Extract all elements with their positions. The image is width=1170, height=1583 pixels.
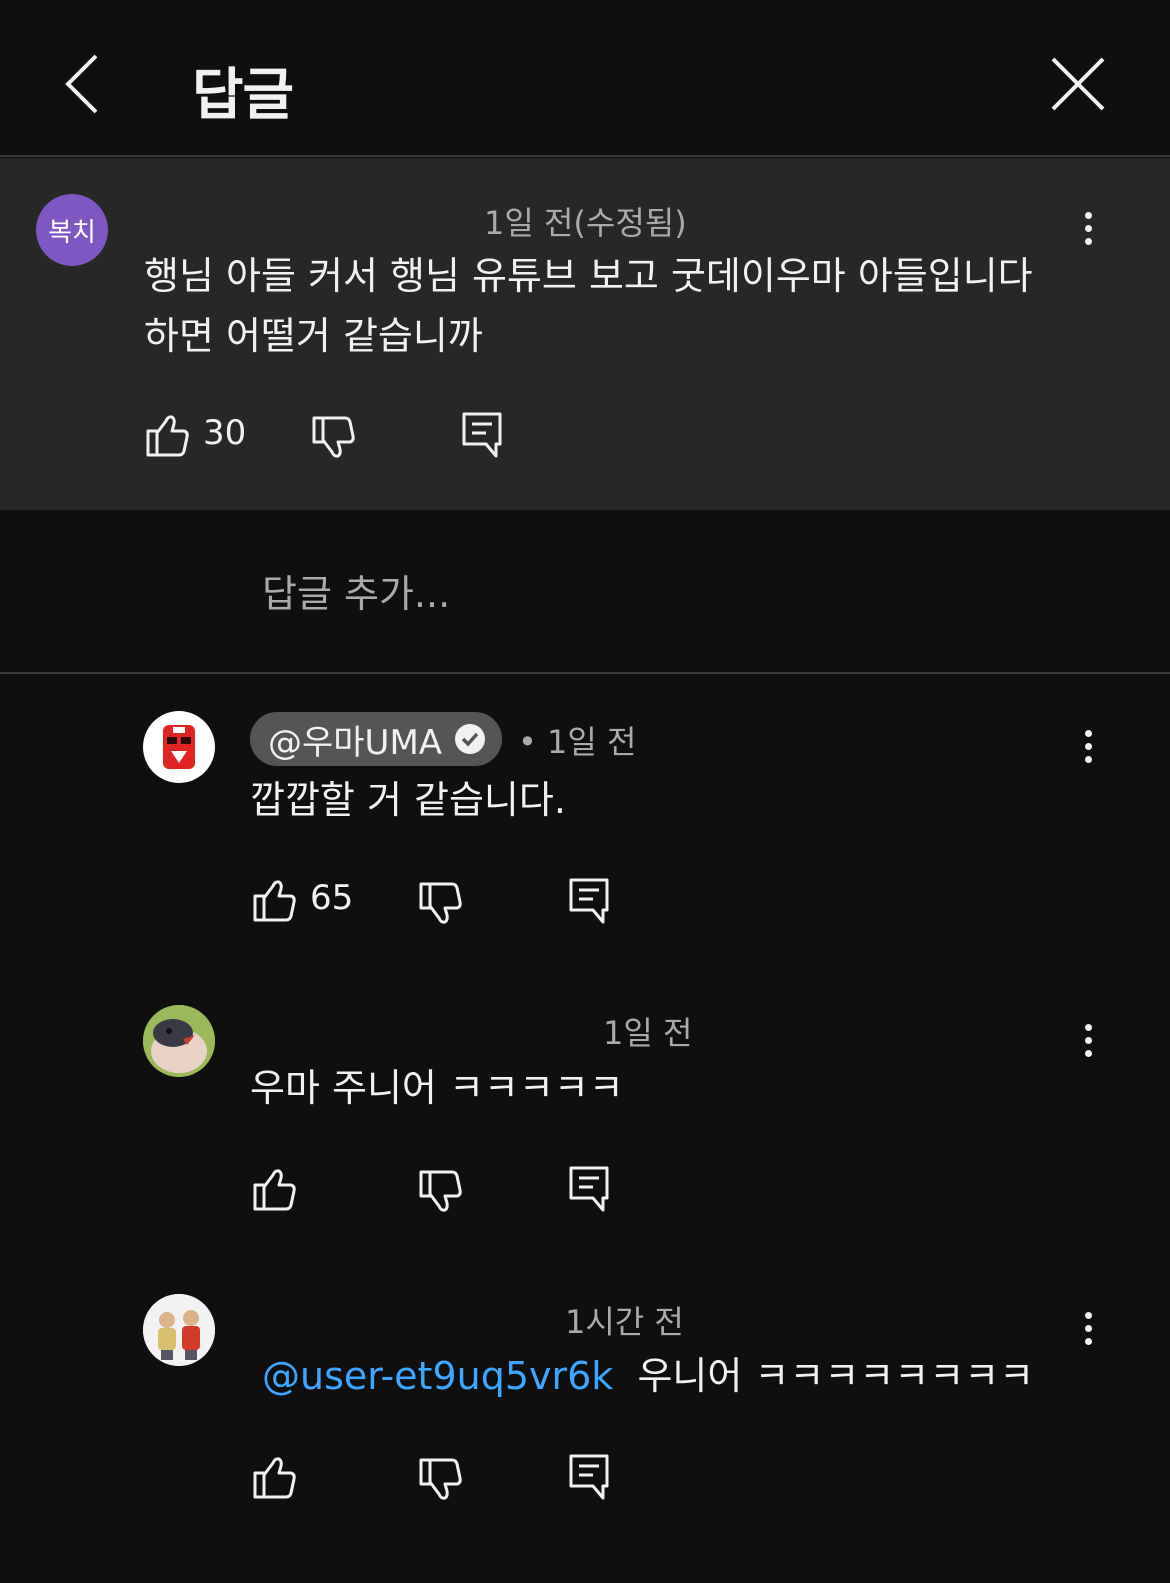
comment-time: 1일 전(수정됨)	[484, 204, 687, 242]
thumbs-up-icon[interactable]	[144, 411, 192, 459]
reply-icon[interactable]	[567, 1164, 615, 1212]
more-icon[interactable]	[1078, 1312, 1098, 1352]
page-title: 답글	[192, 63, 294, 128]
thumbs-down-icon[interactable]	[417, 880, 465, 928]
close-icon[interactable]	[1050, 56, 1106, 112]
comment-text-line2: 하면 어떨거 같습니까	[144, 314, 483, 358]
header: 답글	[0, 0, 1170, 156]
comment-time: 1일 전	[603, 1014, 693, 1052]
comment-text: @user-et9uq5vr6k 우니어 ㅋㅋㅋㅋㅋㅋㅋㅋ	[262, 1346, 1034, 1406]
comment-text: 우마 주니어 ㅋㅋㅋㅋㅋ	[250, 1066, 624, 1110]
comment-text: 깝깝할 거 같습니다.	[250, 778, 566, 822]
more-icon[interactable]	[1078, 212, 1098, 252]
avatar[interactable]	[143, 1005, 215, 1077]
avatar[interactable]	[143, 711, 215, 783]
more-icon[interactable]	[1078, 730, 1098, 770]
like-count: 30	[203, 413, 247, 453]
replies-divider	[0, 672, 1170, 674]
avatar[interactable]: 복치	[36, 194, 108, 266]
mention-link[interactable]: @user-et9uq5vr6k	[262, 1354, 613, 1398]
reply-icon[interactable]	[567, 1452, 615, 1500]
add-reply-input[interactable]: 답글 추가...	[262, 563, 450, 618]
thumbs-down-icon[interactable]	[310, 414, 358, 462]
comment-time: 1시간 전	[565, 1303, 684, 1341]
reply-icon[interactable]	[460, 410, 508, 458]
back-icon[interactable]	[58, 50, 108, 120]
thumbs-down-icon[interactable]	[417, 1456, 465, 1504]
thumbs-up-icon[interactable]	[251, 876, 299, 924]
reply-icon[interactable]	[567, 876, 615, 924]
comment-body: 우니어 ㅋㅋㅋㅋㅋㅋㅋㅋ	[637, 1354, 1035, 1398]
thumbs-down-icon[interactable]	[417, 1168, 465, 1216]
thumbs-up-icon[interactable]	[251, 1165, 299, 1213]
parent-comment: 복치 1일 전(수정됨) 행님 아들 커서 행님 유튜브 보고 굿데이우마 아들…	[0, 158, 1170, 510]
thumbs-up-icon[interactable]	[251, 1453, 299, 1501]
verified-icon	[454, 723, 486, 755]
header-divider	[0, 155, 1170, 157]
more-icon[interactable]	[1078, 1024, 1098, 1064]
author-name: @우마UMA	[268, 722, 443, 763]
author-chip[interactable]: @우마UMA	[250, 712, 503, 766]
avatar[interactable]	[143, 1294, 215, 1366]
comment-time: • 1일 전	[518, 723, 637, 761]
comment-text-line1: 행님 아들 커서 행님 유튜브 보고 굿데이우마 아들입니다	[144, 254, 1033, 298]
like-count: 65	[310, 878, 354, 918]
